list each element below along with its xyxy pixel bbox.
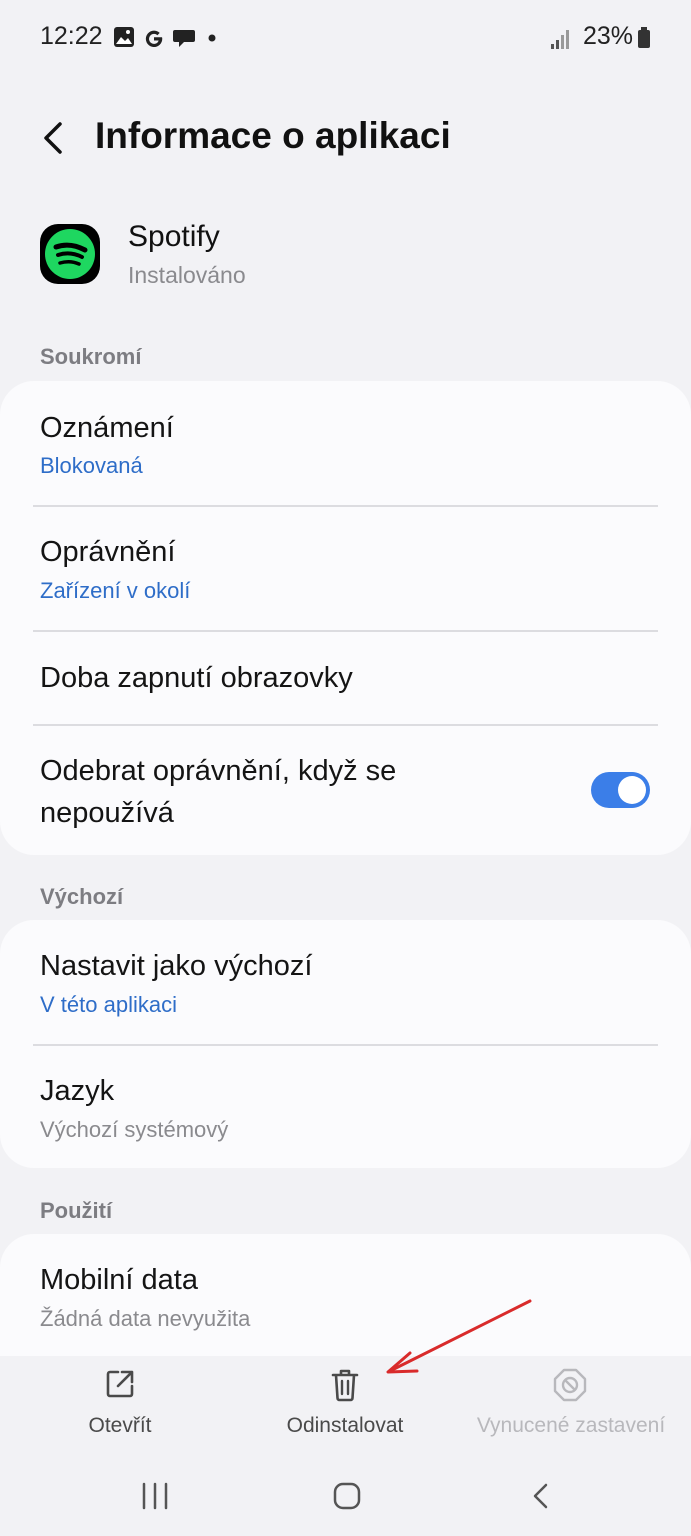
google-icon [145,30,163,48]
item-subtitle: Žádná data nevyužita [40,1306,251,1331]
battery-percentage: 23% [582,22,633,50]
uninstall-label: Odinstalovat [286,1414,404,1437]
back-button[interactable] [36,116,76,160]
app-name: Spotify [128,220,220,253]
item-subtitle: V této aplikaci [40,992,177,1017]
item-subtitle: Zařízení v okolí [40,578,191,603]
section-label-privacy: Soukromí [40,344,142,369]
section-label-usage: Použití [40,1198,113,1223]
item-subtitle: Výchozí systémový [40,1117,229,1142]
system-navigation-bar [0,1456,691,1536]
home-icon[interactable] [333,1482,361,1510]
gallery-icon [114,27,134,47]
permissions-item[interactable]: Oprávnění Zařízení v okolí [0,507,691,630]
page-title: Informace o aplikaci [95,115,451,156]
recents-icon[interactable] [140,1482,170,1510]
chat-icon [173,30,195,47]
signal-icon [551,30,569,49]
dot-icon [208,34,216,42]
set-as-default-item[interactable]: Nastavit jako výchozí V této aplikaci [0,920,691,1044]
mobile-data-item[interactable]: Mobilní data Žádná data nevyužita [0,1234,691,1356]
item-subtitle: Blokovaná [40,453,143,478]
language-item[interactable]: Jazyk Výchozí systémový [0,1046,691,1168]
spotify-app-icon [40,224,100,284]
item-title-line1: Odebrat oprávnění, když se [40,755,397,787]
item-title: Doba zapnutí obrazovky [40,662,353,694]
item-title: Nastavit jako výchozí [40,950,313,982]
toggle-knob [618,776,646,804]
remove-permissions-toggle[interactable] [591,772,650,808]
annotation-arrow [386,1299,532,1374]
open-label: Otevřít [88,1414,152,1437]
item-title: Oznámení [40,412,174,444]
screen-time-item[interactable]: Doba zapnutí obrazovky [0,632,691,724]
notifications-item[interactable]: Oznámení Blokovaná [0,381,691,505]
app-install-status: Instalováno [128,262,246,288]
trash-icon [331,1369,359,1402]
item-title-line2: nepoužívá [40,797,174,829]
status-time: 12:22 [40,22,103,50]
open-external-icon [106,1370,134,1398]
item-title: Jazyk [40,1075,115,1107]
force-stop-label: Vynucené zastavení [476,1414,666,1437]
nav-back-icon[interactable] [530,1482,552,1510]
remove-permissions-item[interactable]: Odebrat oprávnění, když se nepoužívá [0,726,691,854]
stop-icon [553,1368,587,1402]
open-button[interactable]: Otevřít [60,1362,180,1442]
item-title: Mobilní data [40,1264,198,1296]
item-title: Oprávnění [40,536,176,568]
section-label-defaults: Výchozí [40,884,124,909]
battery-icon [638,27,650,48]
